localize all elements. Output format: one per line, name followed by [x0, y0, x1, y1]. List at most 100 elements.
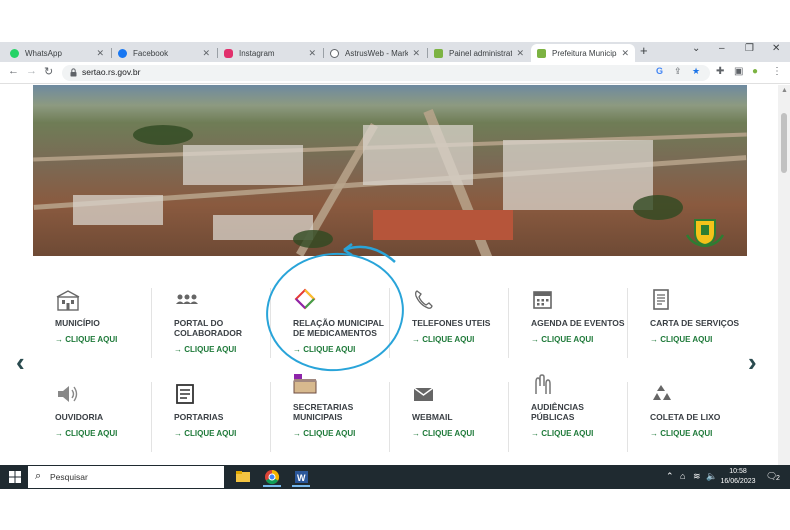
chrome-icon[interactable]: [261, 467, 283, 487]
search-placeholder: Pesquisar: [50, 472, 88, 482]
clique-aqui-link[interactable]: → CLIQUE AQUI: [55, 335, 117, 344]
divider: [627, 382, 628, 452]
tile-secretarias-municipais[interactable]: SECRETARIAS MUNICIPAIS → CLIQUE AQUI: [293, 372, 403, 452]
notification-count-badge: 2: [776, 475, 780, 482]
tile-ouvidoria[interactable]: OUVIDORIA → CLIQUE AQUI: [55, 382, 165, 462]
shield-icon: [537, 48, 546, 58]
speaker-icon: [58, 386, 78, 402]
screen: WhatsApp ✕ Facebook ✕ Instagram ✕ Astrus…: [0, 0, 790, 530]
windows-taskbar: ⌕ Pesquisar W ⌃ ⌂ ≋ 🔈 10:58 16/06/2023 🗨…: [0, 465, 790, 489]
carousel-prev-button[interactable]: ‹: [16, 347, 25, 378]
tile-telefones-uteis[interactable]: TELEFONES UTEIS → CLIQUE AQUI: [412, 288, 522, 368]
back-icon[interactable]: ←: [8, 65, 19, 77]
phone-icon: [415, 290, 433, 309]
mail-icon: [413, 387, 434, 401]
forward-icon[interactable]: →: [26, 65, 37, 77]
share-icon[interactable]: ⇪: [674, 66, 682, 77]
municipal-emblem-icon: [685, 219, 725, 247]
tab-strip: WhatsApp ✕ Facebook ✕ Instagram ✕ Astrus…: [0, 42, 790, 62]
new-tab-button[interactable]: +: [640, 43, 648, 58]
close-icon[interactable]: ✕: [621, 48, 629, 59]
url-text: sertao.rs.gov.br: [82, 67, 141, 77]
tile-audiencias-publicas[interactable]: AUDIÊNCIAS PÚBLICAS → CLIQUE AQUI: [531, 372, 641, 452]
wifi-icon[interactable]: ≋: [693, 471, 701, 482]
tab-painel-administrativo[interactable]: Painel administrativo ✕: [428, 44, 530, 62]
profile-avatar-icon[interactable]: ●: [752, 66, 758, 77]
clique-aqui-link[interactable]: → CLIQUE AQUI: [174, 429, 236, 438]
tile-label: MUNICÍPIO: [55, 318, 100, 328]
register-icon: [176, 384, 194, 404]
divider: [389, 382, 390, 452]
tab-search-chevron-icon[interactable]: ⌄: [692, 43, 700, 54]
close-icon[interactable]: ✕: [308, 48, 316, 59]
hero-aerial-photo: [33, 85, 747, 256]
clique-aqui-link[interactable]: → CLIQUE AQUI: [174, 345, 236, 354]
clique-aqui-link[interactable]: → CLIQUE AQUI: [531, 429, 593, 438]
tile-label: PORTARIAS: [174, 412, 224, 422]
clique-aqui-link[interactable]: → CLIQUE AQUI: [412, 429, 474, 438]
tile-coleta-de-lixo[interactable]: COLETA DE LIXO → CLIQUE AQUI: [650, 382, 760, 462]
tab-facebook[interactable]: Facebook ✕: [112, 44, 216, 62]
tab-prefeitura-municipal[interactable]: Prefeitura Municipal d ✕: [531, 44, 635, 62]
tile-portarias[interactable]: PORTARIAS → CLIQUE AQUI: [174, 382, 284, 462]
tile-carta-de-servicos[interactable]: CARTA DE SERVIÇOS → CLIQUE AQUI: [650, 288, 760, 368]
clique-aqui-link[interactable]: → CLIQUE AQUI: [650, 335, 712, 344]
annotation-arrow: [343, 243, 396, 263]
tile-label: TELEFONES UTEIS: [412, 318, 491, 328]
tray-chevron-icon[interactable]: ⌃: [666, 471, 674, 482]
clique-aqui-link[interactable]: → CLIQUE AQUI: [412, 335, 474, 344]
tile-webmail[interactable]: WEBMAIL → CLIQUE AQUI: [412, 382, 522, 462]
tile-label: CARTA DE SERVIÇOS: [650, 318, 740, 328]
menu-kebab-icon[interactable]: ⋮: [772, 66, 782, 77]
web-page: ‹ › MUNICÍPIO → CLIQUE AQUI PORTAL DO COL…: [0, 85, 778, 465]
side-panel-icon[interactable]: ▣: [734, 66, 743, 77]
taskbar-search-box[interactable]: ⌕ Pesquisar: [28, 466, 224, 488]
people-icon: [176, 294, 198, 304]
divider: [508, 288, 509, 358]
search-icon: ⌕: [35, 470, 42, 482]
divider: [151, 382, 152, 452]
network-icon[interactable]: ⌂: [680, 471, 685, 481]
globe-icon: [330, 48, 339, 58]
window-close-button[interactable]: ✕: [772, 43, 780, 54]
google-translate-icon[interactable]: G: [656, 66, 663, 76]
clique-aqui-link[interactable]: → CLIQUE AQUI: [531, 335, 593, 344]
system-clock[interactable]: 10:58 16/06/2023: [716, 467, 760, 487]
windows-start-icon[interactable]: [9, 471, 21, 483]
tile-label: AGENDA DE EVENTOS: [531, 318, 625, 328]
scroll-up-icon[interactable]: ▲: [781, 87, 788, 94]
clique-aqui-link[interactable]: → CLIQUE AQUI: [650, 429, 712, 438]
restore-button[interactable]: ❐: [745, 43, 754, 54]
close-icon[interactable]: ✕: [202, 48, 210, 59]
folder-icon: [293, 374, 317, 394]
file-explorer-icon[interactable]: [232, 467, 254, 487]
tile-municipio[interactable]: MUNICÍPIO → CLIQUE AQUI: [55, 288, 165, 368]
close-icon[interactable]: ✕: [96, 48, 104, 59]
scrollbar-thumb[interactable]: [781, 113, 787, 173]
tab-astrusweb[interactable]: AstrusWeb - Marketin ✕: [324, 44, 426, 62]
tab-instagram[interactable]: Instagram ✕: [218, 44, 322, 62]
bookmark-star-icon[interactable]: ★: [692, 66, 700, 77]
close-icon[interactable]: ✕: [412, 48, 420, 59]
clique-aqui-link[interactable]: → CLIQUE AQUI: [293, 429, 355, 438]
recycle-icon: [653, 385, 671, 400]
reload-icon[interactable]: ↻: [44, 65, 53, 78]
divider: [627, 288, 628, 358]
tile-label: AUDIÊNCIAS PÚBLICAS: [531, 402, 584, 422]
address-bar[interactable]: sertao.rs.gov.br G ⇪ ★: [62, 65, 710, 81]
page-scrollbar[interactable]: ▲: [778, 85, 790, 465]
facebook-icon: [118, 48, 127, 58]
tile-label: SECRETARIAS MUNICIPAIS: [293, 402, 354, 422]
extensions-icon[interactable]: ✚: [716, 66, 724, 77]
clique-aqui-link[interactable]: → CLIQUE AQUI: [55, 429, 117, 438]
browser-toolbar: ← → ↻ sertao.rs.gov.br G ⇪ ★ ✚ ▣ ● ⋮: [0, 62, 790, 84]
minimize-button[interactable]: –: [719, 43, 725, 54]
building-icon: [56, 290, 80, 311]
word-icon[interactable]: W: [290, 467, 312, 487]
instagram-icon: [224, 48, 233, 58]
svg-text:W: W: [297, 473, 306, 483]
close-icon[interactable]: ✕: [516, 48, 524, 59]
tile-agenda-de-eventos[interactable]: AGENDA DE EVENTOS → CLIQUE AQUI: [531, 288, 641, 368]
hands-icon: [535, 374, 551, 394]
tab-whatsapp[interactable]: WhatsApp ✕: [4, 44, 110, 62]
